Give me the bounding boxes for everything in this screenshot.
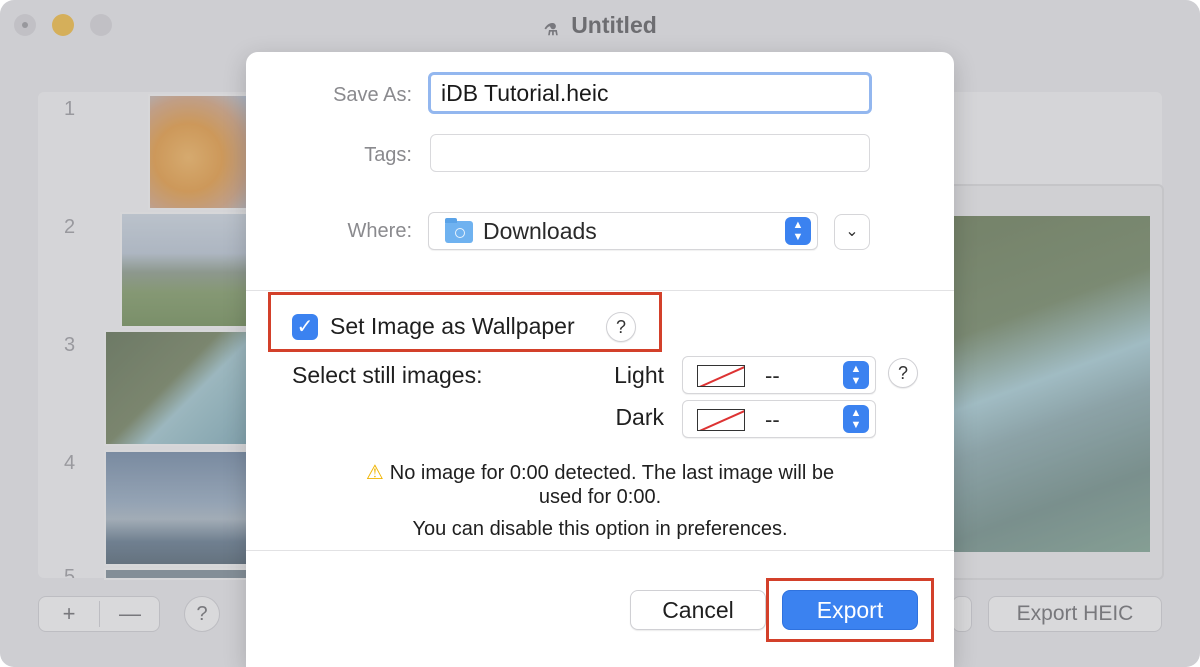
preferences-hint: You can disable this option in preferenc…	[412, 518, 788, 540]
popup-arrows-icon: ▲ ▼	[785, 217, 811, 245]
warning-message: ⚠ No image for 0:00 detected. The last im…	[246, 460, 954, 485]
export-button[interactable]: Export	[782, 590, 918, 630]
light-label: Light	[614, 362, 664, 388]
save-as-label: Save As:	[333, 84, 412, 106]
warning-text-line2: used for 0:00.	[538, 486, 662, 508]
where-value: Downloads	[483, 218, 597, 244]
light-image-value: --	[765, 363, 780, 388]
light-image-popup[interactable]: -- ▲ ▼	[682, 356, 876, 394]
cancel-button[interactable]: Cancel	[630, 590, 766, 630]
still-images-help-button[interactable]: ?	[888, 358, 918, 388]
select-still-images-label: Select still images:	[292, 362, 483, 388]
export-sheet-dialog: Save As: iDB Tutorial.heic Tags: Where: …	[246, 52, 954, 667]
checkmark-icon: ✓	[296, 316, 314, 338]
warning-icon: ⚠	[365, 462, 384, 484]
expand-browser-button[interactable]: ⌄	[834, 214, 870, 250]
where-location-popup[interactable]: Downloads ▲ ▼	[428, 212, 818, 250]
tags-field[interactable]	[430, 134, 870, 172]
dark-image-value: --	[765, 407, 780, 432]
warning-text-line1: No image for 0:00 detected. The last ima…	[389, 462, 835, 484]
tags-label: Tags:	[364, 144, 412, 166]
section-divider	[246, 290, 954, 291]
folder-icon	[445, 218, 473, 243]
save-as-field[interactable]: iDB Tutorial.heic	[428, 72, 872, 114]
dark-label: Dark	[615, 404, 664, 430]
popup-arrows-icon: ▲ ▼	[843, 405, 869, 433]
popup-arrows-icon: ▲ ▼	[843, 361, 869, 389]
section-divider	[246, 550, 954, 551]
wallpaper-help-button[interactable]: ?	[606, 312, 636, 342]
chevron-down-icon: ⌄	[845, 223, 859, 240]
empty-image-swatch-icon	[697, 409, 745, 431]
where-label: Where:	[347, 220, 412, 242]
set-wallpaper-checkbox[interactable]: ✓	[292, 314, 318, 340]
set-wallpaper-label[interactable]: Set Image as Wallpaper	[330, 313, 575, 340]
empty-image-swatch-icon	[697, 365, 745, 387]
dark-image-popup[interactable]: -- ▲ ▼	[682, 400, 876, 438]
